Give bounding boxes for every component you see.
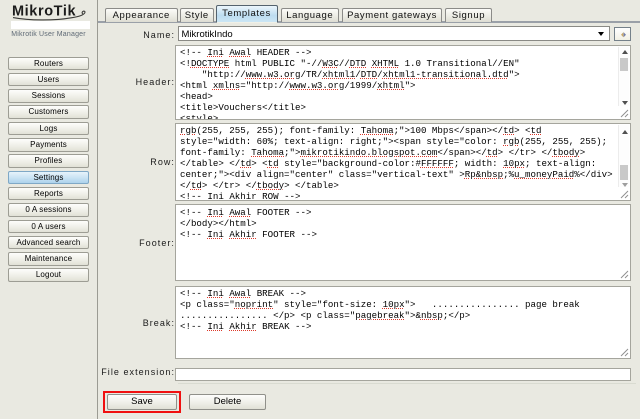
svg-text:MikroTik: MikroTik — [12, 4, 76, 20]
